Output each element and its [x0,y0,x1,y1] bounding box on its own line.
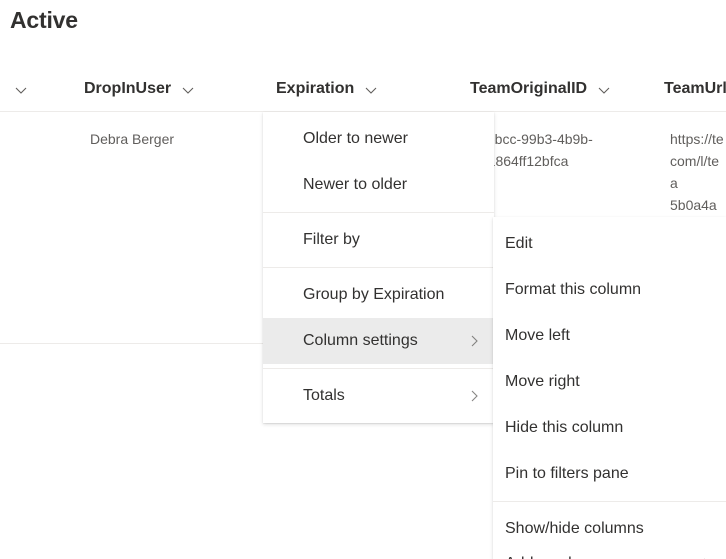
column-header-label: DropInUser [84,80,172,97]
menu-item-label: Newer to older [303,176,408,193]
chevron-down-icon [363,82,379,98]
menu-item-label: Edit [505,235,533,252]
menu-item-label: Group by Expiration [303,286,445,303]
menu-item-label: Filter by [303,231,360,248]
cell-dropinuser: Debra Berger [90,131,175,147]
menu-item-label: Move left [505,327,570,344]
chevron-down-icon [596,82,612,98]
column-header-teamoriginalid[interactable]: TeamOriginalID [466,66,651,112]
menu-item-label: Column settings [303,332,418,349]
menu-item-label: Hide this column [505,419,624,436]
menu-item-pin-to-filters-pane[interactable]: Pin to filters pane [493,451,726,497]
menu-item-group-by-expiration[interactable]: Group by Expiration [263,272,494,318]
cell-teamoriginalid: l8bbcc-99b3-4b9b-c-1864ff12bfca [476,131,593,169]
menu-separator [263,212,494,213]
chevron-down-icon [180,82,196,98]
column-header-label: TeamOriginalID [470,80,588,97]
menu-item-label: Older to newer [303,130,408,147]
chevron-down-icon [13,82,29,98]
column-header-context-menu[interactable]: Older to newer Newer to older Filter by Gro… [263,112,494,423]
column-header-select[interactable] [0,66,70,112]
menu-item-add-a-column[interactable]: Add a column [493,552,726,559]
menu-item-filter-by[interactable]: Filter by [263,217,494,263]
menu-item-totals[interactable]: Totals [263,373,494,419]
menu-item-label: Move right [505,373,580,390]
menu-item-label: Totals [303,387,345,404]
column-header-label: Expiration [276,80,355,97]
menu-item-label: Format this column [505,281,642,298]
menu-item-hide-this-column[interactable]: Hide this column [493,405,726,451]
column-header-expiration[interactable]: Expiration [272,66,462,112]
menu-item-move-left[interactable]: Move left [493,313,726,359]
menu-item-show-hide-columns[interactable]: Show/hide columns [493,506,726,552]
menu-item-move-right[interactable]: Move right [493,359,726,405]
column-header-teamurl[interactable]: TeamUrl [660,66,726,112]
page-title: Active [10,7,78,33]
menu-separator [263,267,494,268]
menu-item-format-this-column[interactable]: Format this column [493,267,726,313]
menu-separator [263,368,494,369]
menu-separator [493,501,726,502]
menu-item-column-settings[interactable]: Column settings [263,318,494,364]
grid-header-row: DropInUser Expiration TeamOriginalID TeamUr… [0,66,726,112]
column-header-label: TeamUrl [664,80,726,97]
menu-item-edit[interactable]: Edit [493,221,726,267]
column-settings-submenu[interactable]: Edit Format this column Move left Move righ… [493,217,726,559]
column-header-dropinuser[interactable]: DropInUser [80,66,265,112]
menu-item-label: Add a column [505,552,698,559]
menu-item-label: Show/hide columns [505,520,644,537]
menu-item-newer-to-older[interactable]: Newer to older [263,162,494,208]
menu-item-older-to-newer[interactable]: Older to newer [263,116,494,162]
chevron-right-icon [466,388,482,404]
menu-item-label: Pin to filters pane [505,465,629,482]
list-view-page: Active DropInUser Expiration TeamOriginalI… [0,0,726,559]
chevron-right-icon [466,333,482,349]
